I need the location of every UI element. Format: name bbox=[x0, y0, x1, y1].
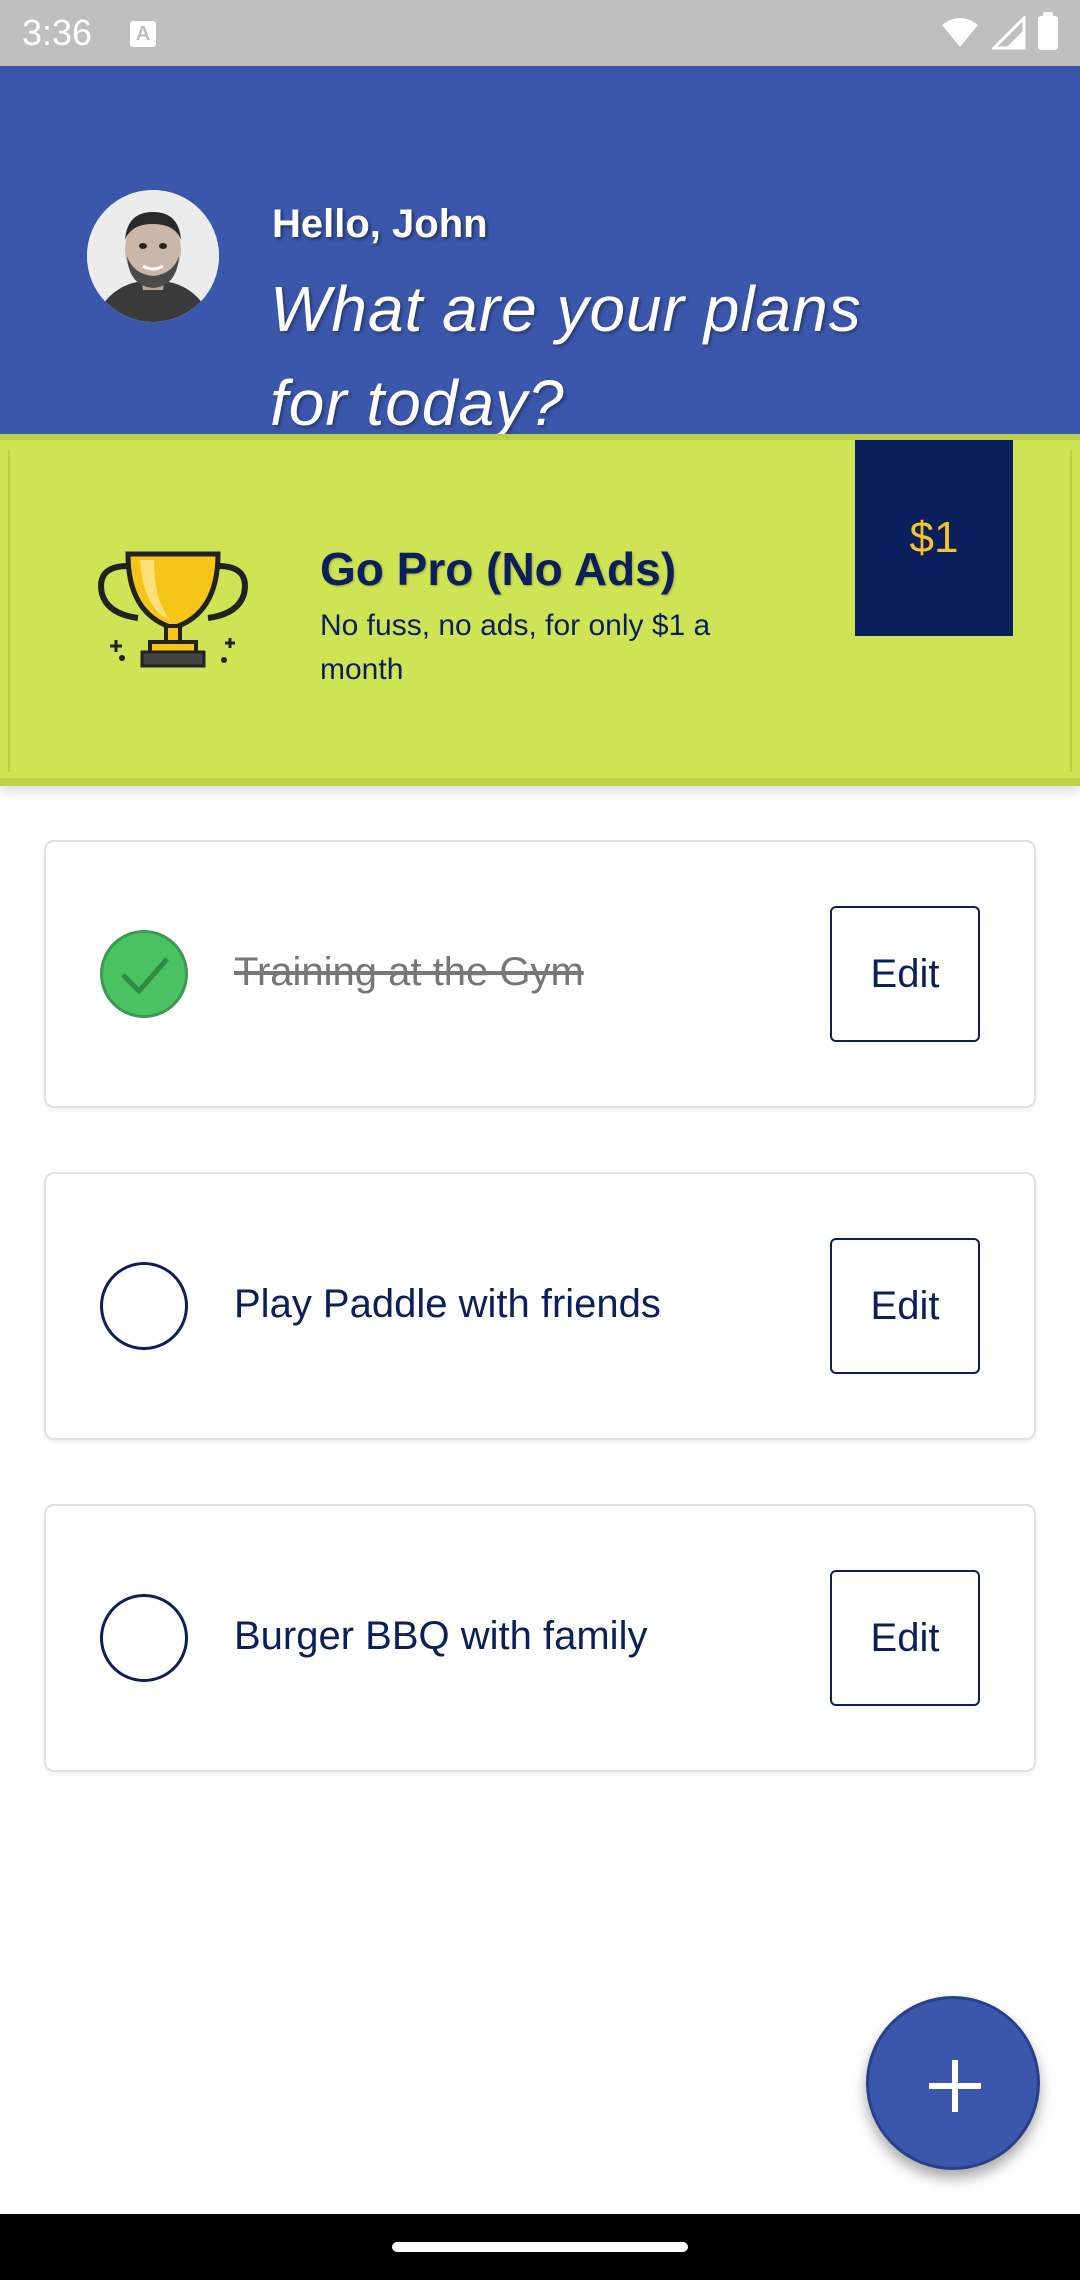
status-time: 3:36 bbox=[22, 12, 93, 53]
header: Hello, John What are your plans for toda… bbox=[0, 66, 1080, 439]
greeting-text: Hello, John bbox=[272, 202, 488, 246]
task-label: Training at the Gym bbox=[234, 950, 584, 994]
headline-text: What are your plans for today? bbox=[270, 273, 862, 439]
wifi-icon bbox=[942, 18, 978, 47]
promo-description: No fuss, no ads, for only $1 a month bbox=[320, 609, 711, 686]
price-badge[interactable]: $1 bbox=[855, 440, 1013, 636]
screen: 3:36 A Hello, John What are your plans f… bbox=[0, 0, 1080, 2280]
status-icons bbox=[940, 12, 1058, 52]
edit-button[interactable]: Edit bbox=[830, 1238, 980, 1374]
home-indicator[interactable] bbox=[392, 2242, 688, 2252]
go-pro-banner[interactable]: Go Pro (No Ads) No fuss, no ads, for onl… bbox=[0, 434, 1080, 786]
trophy-icon bbox=[98, 551, 248, 668]
add-task-button[interactable] bbox=[866, 1996, 1040, 2170]
task-label: Play Paddle with friends bbox=[234, 1282, 661, 1326]
battery-icon bbox=[1038, 12, 1058, 50]
promo-title: Go Pro (No Ads) bbox=[320, 543, 677, 595]
user-avatar[interactable] bbox=[87, 190, 219, 322]
navigation-bar bbox=[0, 2214, 1080, 2280]
task-checkbox[interactable] bbox=[100, 1594, 188, 1682]
task-checkbox[interactable] bbox=[100, 930, 188, 1018]
a-icon: A bbox=[130, 21, 156, 47]
task-checkbox[interactable] bbox=[100, 1262, 188, 1350]
task-card: Training at the Gym Edit bbox=[44, 840, 1036, 1108]
status-bar: 3:36 A bbox=[0, 0, 1080, 66]
edit-button[interactable]: Edit bbox=[830, 1570, 980, 1706]
edit-button[interactable]: Edit bbox=[830, 906, 980, 1042]
avatar-portrait bbox=[87, 190, 219, 322]
task-card: Play Paddle with friends Edit bbox=[44, 1172, 1036, 1440]
task-label: Burger BBQ with family bbox=[234, 1614, 648, 1658]
signal-icon bbox=[992, 16, 1026, 50]
task-card: Burger BBQ with family Edit bbox=[44, 1504, 1036, 1772]
check-icon bbox=[121, 957, 169, 995]
